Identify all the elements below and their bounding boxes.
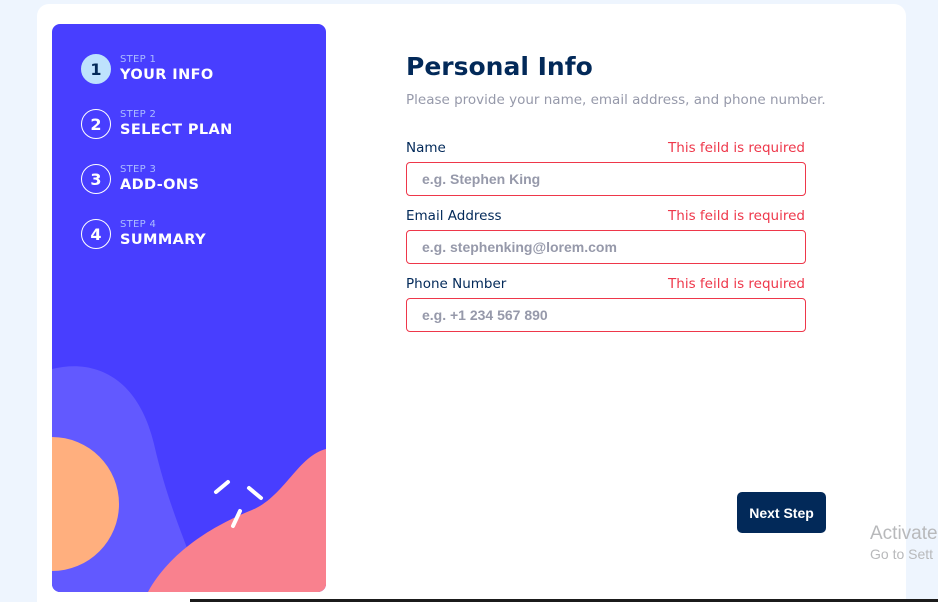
name-label: Name bbox=[406, 140, 446, 156]
name-input[interactable] bbox=[406, 162, 806, 196]
step-item-2[interactable]: 2 STEP 2 SELECT PLAN bbox=[81, 109, 233, 139]
sidebar: 1 STEP 1 YOUR INFO 2 STEP 2 SELECT PLAN … bbox=[52, 24, 326, 592]
step-caption: STEP 1 bbox=[120, 54, 157, 66]
step-caption: STEP 2 bbox=[120, 109, 157, 121]
page-title: Personal Info bbox=[406, 52, 593, 81]
phone-input[interactable] bbox=[406, 298, 806, 332]
watermark-line-1: Activate bbox=[870, 523, 938, 544]
watermark-line-2: Go to Sett bbox=[870, 545, 934, 562]
step-number-circle: 3 bbox=[81, 164, 111, 194]
step-item-3[interactable]: 3 STEP 3 ADD-ONS bbox=[81, 164, 199, 194]
step-number-circle: 2 bbox=[81, 109, 111, 139]
step-number-circle: 4 bbox=[81, 219, 111, 249]
step-caption: STEP 3 bbox=[120, 164, 157, 176]
step-item-4[interactable]: 4 STEP 4 SUMMARY bbox=[81, 219, 206, 249]
step-label: ADD-ONS bbox=[120, 177, 200, 194]
step-caption: STEP 4 bbox=[120, 219, 157, 231]
email-input[interactable] bbox=[406, 230, 806, 264]
page-subtitle: Please provide your name, email address,… bbox=[406, 92, 826, 108]
email-label: Email Address bbox=[406, 208, 502, 224]
windows-activation-watermark: Activate Go to Sett bbox=[870, 522, 938, 563]
step-label: YOUR INFO bbox=[120, 67, 214, 84]
step-item-1[interactable]: 1 STEP 1 YOUR INFO bbox=[81, 54, 214, 84]
email-error-message: This feild is required bbox=[668, 208, 805, 224]
phone-label: Phone Number bbox=[406, 276, 507, 292]
step-number-circle: 1 bbox=[81, 54, 111, 84]
phone-error-message: This feild is required bbox=[668, 276, 805, 292]
name-error-message: This feild is required bbox=[668, 140, 805, 156]
step-label: SUMMARY bbox=[120, 232, 206, 249]
step-label: SELECT PLAN bbox=[120, 122, 233, 139]
next-step-button[interactable]: Next Step bbox=[737, 492, 826, 533]
